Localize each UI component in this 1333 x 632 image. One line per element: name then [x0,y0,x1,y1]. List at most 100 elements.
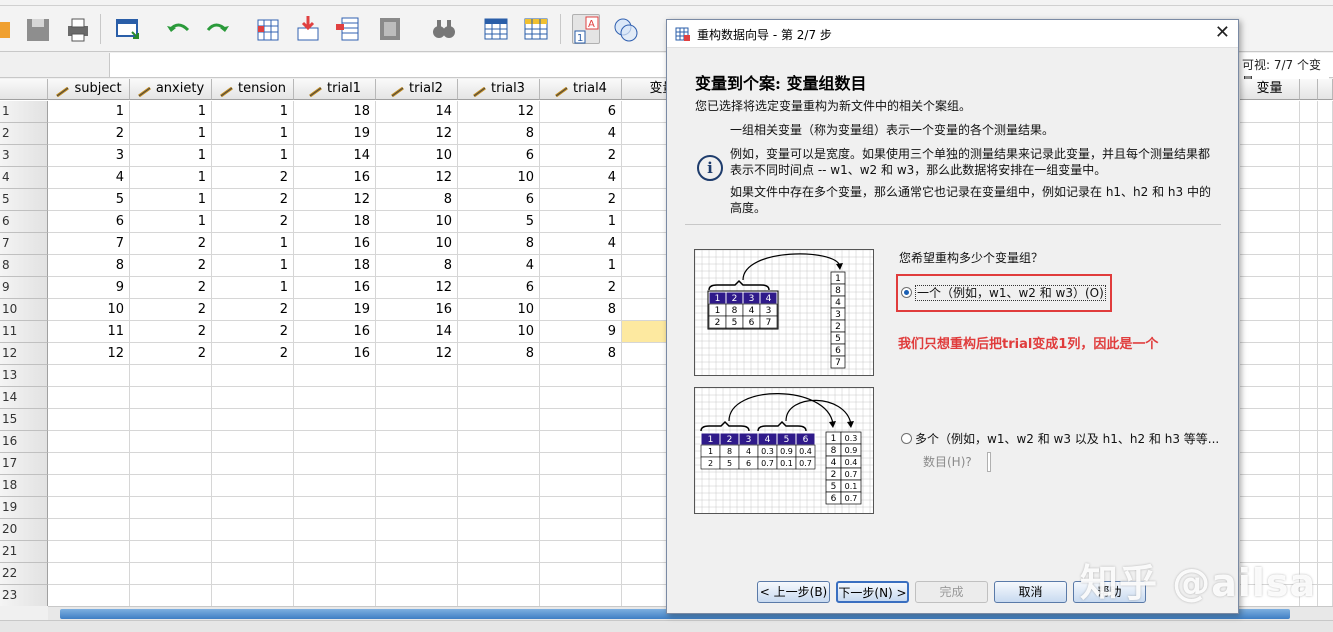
row-header[interactable]: 13 [0,365,48,387]
grid-cell[interactable]: 6 [540,101,622,123]
grid-cell[interactable] [1318,123,1333,145]
back-button[interactable]: < 上一步(B) [757,581,830,603]
grid-cell[interactable]: 1 [130,189,212,211]
print-icon[interactable] [64,14,92,44]
option-many-radio[interactable]: 多个（例如，w1、w2 和 w3 以及 h1、h2 和 h3 等等... [901,431,1219,447]
grid-cell[interactable]: 4 [540,233,622,255]
grid-cell[interactable] [48,453,130,475]
grid-cell[interactable] [130,563,212,585]
grid-cell[interactable] [294,497,376,519]
grid-cell[interactable]: 8 [540,343,622,365]
grid-cell[interactable] [294,585,376,606]
close-icon[interactable]: ✕ [1215,23,1230,43]
grid-cell[interactable]: 1 [130,101,212,123]
grid-cell[interactable] [1240,431,1300,453]
grid-cell[interactable] [1240,497,1300,519]
grid-cell[interactable] [376,585,458,606]
grid-cell[interactable]: 2 [130,233,212,255]
grid-cell[interactable]: 1 [130,123,212,145]
grid-cell[interactable]: 12 [294,189,376,211]
grid-cell[interactable]: 3 [48,145,130,167]
grid-cell[interactable] [1318,343,1333,365]
grid-cell[interactable] [1240,255,1300,277]
grid-cell[interactable]: 7 [48,233,130,255]
grid-cell[interactable]: 6 [458,145,540,167]
grid-cell[interactable] [1240,409,1300,431]
grid-cell[interactable] [212,541,294,563]
grid-cell[interactable]: 2 [212,299,294,321]
column-header-2[interactable]: tension [212,79,294,100]
grid-cell[interactable] [130,497,212,519]
row-header[interactable]: 22 [0,563,48,585]
grid-cell[interactable] [376,475,458,497]
grid-cell[interactable] [1318,541,1333,563]
variables-icon[interactable] [334,14,362,44]
column-header-5[interactable]: trial3 [458,79,540,100]
grid-cell[interactable] [458,475,540,497]
row-header[interactable]: 15 [0,409,48,431]
grid-cell[interactable]: 16 [294,343,376,365]
grid-cell[interactable] [294,365,376,387]
grid-cell[interactable]: 8 [458,123,540,145]
grid-cell[interactable] [540,563,622,585]
grid-cell[interactable] [458,497,540,519]
grid-cell[interactable]: 2 [212,211,294,233]
grid-cell[interactable]: 16 [294,233,376,255]
grid-cell[interactable]: 2 [540,277,622,299]
grid-cell[interactable] [48,387,130,409]
grid-cell[interactable] [1300,255,1318,277]
grid-cell[interactable]: 10 [48,299,130,321]
grid-cell[interactable]: 19 [294,299,376,321]
grid-cell[interactable] [48,585,130,606]
value-labels-icon[interactable]: A1 [572,14,600,44]
grid-cell[interactable] [212,409,294,431]
grid-cell[interactable] [294,387,376,409]
row-header[interactable]: 19 [0,497,48,519]
grid-cell[interactable] [48,409,130,431]
grid-cell[interactable] [130,453,212,475]
grid-cell[interactable] [376,497,458,519]
grid-cell[interactable] [294,541,376,563]
grid-cell[interactable]: 16 [294,167,376,189]
grid-cell[interactable] [212,585,294,606]
grid-cell[interactable] [1300,123,1318,145]
grid-cell[interactable] [1318,145,1333,167]
row-header[interactable]: 9 [0,277,48,299]
grid-cell[interactable]: 11 [48,321,130,343]
use-sets-icon[interactable] [612,14,640,44]
grid-cell[interactable]: 8 [48,255,130,277]
next-button[interactable]: 下一步(N) > [836,581,909,603]
grid-cell[interactable]: 1 [48,101,130,123]
grid-cell[interactable] [1240,233,1300,255]
grid-cell[interactable] [130,409,212,431]
grid-cell[interactable] [1300,145,1318,167]
column-header-extra[interactable] [1300,79,1318,100]
grid-cell[interactable] [1300,475,1318,497]
grid-cell[interactable] [1318,585,1333,606]
grid-cell[interactable]: 1 [130,167,212,189]
grid-cell[interactable] [294,475,376,497]
grid-cell[interactable] [1318,475,1333,497]
grid-cell[interactable] [1300,167,1318,189]
grid-cell[interactable] [376,541,458,563]
grid-cell[interactable]: 2 [212,167,294,189]
row-header[interactable]: 16 [0,431,48,453]
row-header[interactable]: 10 [0,299,48,321]
grid-cell[interactable] [1240,453,1300,475]
finish-button[interactable]: 完成 [915,581,988,603]
grid-cell[interactable]: 8 [376,189,458,211]
grid-cell[interactable] [376,387,458,409]
column-header-6[interactable]: trial4 [540,79,622,100]
grid-cell[interactable] [1318,497,1333,519]
grid-cell[interactable]: 6 [458,189,540,211]
grid-cell[interactable] [376,409,458,431]
grid-cell[interactable]: 2 [130,255,212,277]
grid-cell[interactable] [540,475,622,497]
grid-cell[interactable]: 10 [458,167,540,189]
grid-cell[interactable] [130,387,212,409]
insert-cases-icon[interactable] [482,14,510,44]
grid-cell[interactable] [1240,145,1300,167]
grid-cell[interactable] [1240,123,1300,145]
grid-cell[interactable] [458,365,540,387]
grid-cell[interactable] [458,409,540,431]
